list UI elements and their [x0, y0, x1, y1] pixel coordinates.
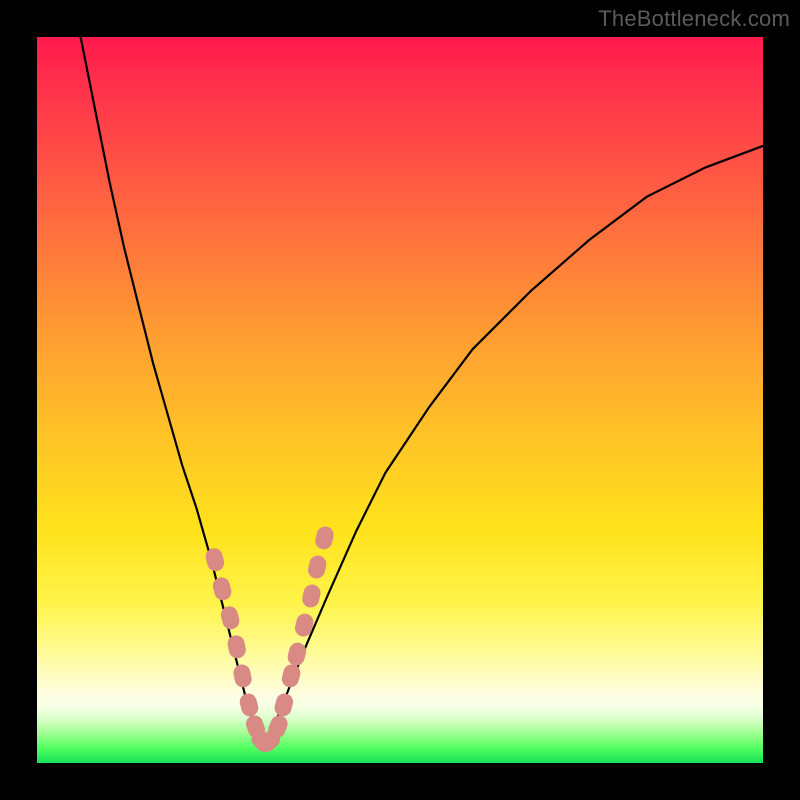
chart-frame: TheBottleneck.com [0, 0, 800, 800]
plot-area [37, 37, 763, 763]
marker-point [286, 641, 307, 666]
marker-point [314, 525, 335, 550]
marker-point [273, 692, 294, 717]
watermark-text: TheBottleneck.com [598, 6, 790, 32]
marker-point [227, 634, 247, 659]
marker-point [301, 584, 321, 609]
curve-right-branch [262, 146, 763, 749]
marker-point [239, 692, 260, 717]
marker-point [307, 555, 327, 580]
chart-overlay [37, 37, 763, 763]
marker-group [204, 525, 334, 754]
marker-point [212, 576, 233, 601]
marker-point [232, 663, 252, 688]
curve-group [81, 37, 763, 749]
